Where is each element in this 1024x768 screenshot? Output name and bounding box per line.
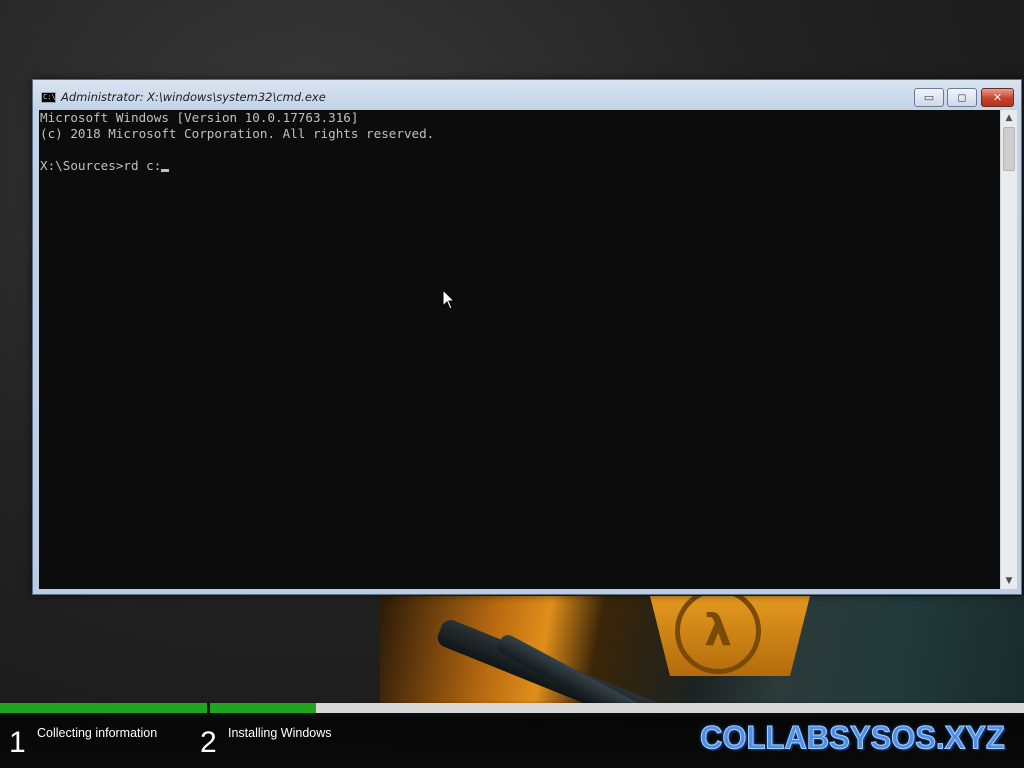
setup-progress-footer: 1 Collecting information 2 Installing Wi… [0,700,1024,768]
step-1-progress-fill [0,703,207,713]
cmd-window[interactable]: C:\ Administrator: X:\windows\system32\c… [32,79,1022,595]
step-2-progress-fill [210,703,316,713]
scroll-up-arrow-icon[interactable]: ▲ [1001,110,1017,126]
window-titlebar[interactable]: C:\ Administrator: X:\windows\system32\c… [33,80,1021,110]
background-texture [0,0,1024,80]
step-2-number: 2 [200,726,217,759]
maximize-button[interactable]: ◻ [947,88,977,107]
console-output[interactable]: Microsoft Windows [Version 10.0.17763.31… [39,110,1000,589]
step-1-number: 1 [9,726,26,759]
brand-watermark: COLLABSYSOS.XYZ [700,719,1006,757]
command-input[interactable]: X:\Sources>rd c: [40,158,161,173]
scroll-down-arrow-icon[interactable]: ▼ [1001,573,1017,589]
step-2-progress-bar [210,703,1024,713]
cmd-icon[interactable]: C:\ [41,92,56,103]
vertical-scrollbar[interactable]: ▲ ▼ [1000,110,1017,589]
step-1-progress-bar [0,703,207,713]
command-prompt-line[interactable]: X:\Sources>rd c: [39,158,1000,174]
console-line: (c) 2018 Microsoft Corporation. All righ… [40,126,435,141]
step-1-label: Collecting information [37,726,158,740]
minimize-button[interactable]: ▭ [914,88,944,107]
scroll-thumb[interactable] [1003,127,1015,171]
background-artwork: λ [380,596,1024,706]
text-cursor [161,169,170,172]
mouse-pointer-icon [442,289,456,310]
window-title: Administrator: X:\windows\system32\cmd.e… [61,90,326,104]
console-line: Microsoft Windows [Version 10.0.17763.31… [40,110,359,125]
step-2-label: Installing Windows [228,726,332,740]
close-button[interactable]: ✕ [981,88,1014,107]
